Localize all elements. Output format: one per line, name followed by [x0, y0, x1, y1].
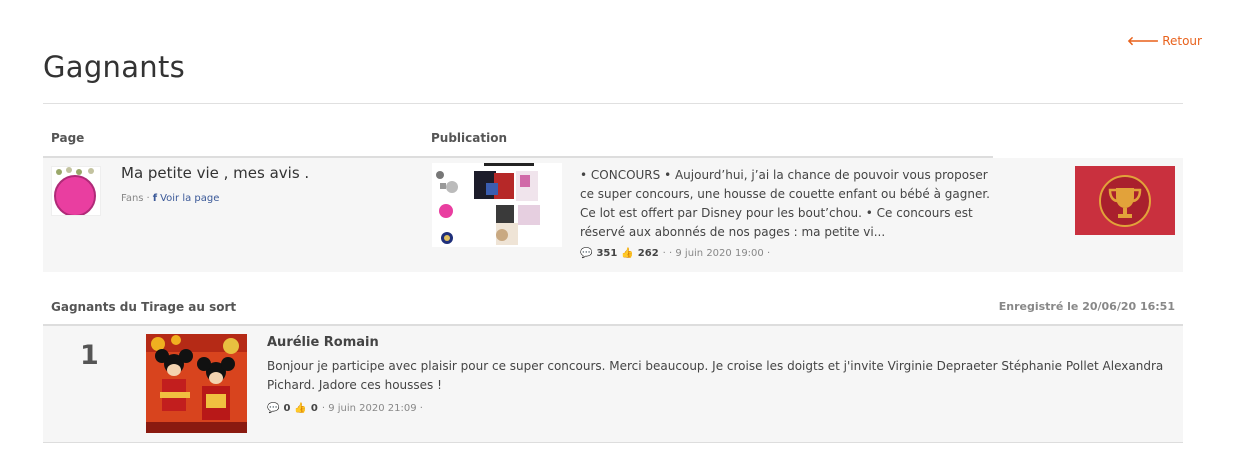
winner-rank: 1 [80, 340, 99, 371]
page-meta: Fans · f Voir la page [121, 193, 219, 204]
comment-count: 351 [596, 248, 618, 259]
winner-stats: 💬 0 👍 0 · 9 juin 2020 21:09 · [267, 403, 423, 414]
page-avatar[interactable] [51, 166, 101, 216]
winners-section-title: Gagnants du Tirage au sort [51, 300, 237, 314]
publication-stats: 💬 351 👍 262 · · 9 juin 2020 19:00 · [580, 248, 770, 259]
column-header-page: Page [51, 131, 85, 145]
winner-comment-date: · 9 juin 2020 21:09 · [321, 403, 423, 414]
view-page-link[interactable]: Voir la page [160, 193, 219, 204]
like-count: 262 [637, 248, 659, 259]
back-link[interactable]: 🡐 Retour [1127, 33, 1202, 49]
trophy-icon [1099, 174, 1151, 227]
arrow-left-icon: 🡐 [1127, 34, 1160, 48]
publication-image [432, 163, 562, 247]
trophy-badge [1075, 166, 1175, 235]
winner-photo [146, 334, 247, 433]
winner-comment: Bonjour je participe avec plaisir pour c… [267, 359, 1164, 392]
comment-icon: 💬 [580, 248, 593, 259]
recorded-date: Enregistré le 20/06/20 16:51 [998, 300, 1175, 313]
back-label: Retour [1162, 33, 1202, 48]
thumbs-up-icon: 👍 [294, 403, 307, 414]
column-header-publication: Publication [431, 131, 508, 145]
winner-name[interactable]: Aurélie Romain [267, 335, 379, 350]
comment-icon: 💬 [267, 403, 280, 414]
page-title: Gagnants [43, 50, 186, 84]
winner-avatar[interactable] [146, 334, 247, 433]
fans-label: Fans [121, 193, 144, 204]
publication-thumbnail[interactable] [432, 163, 562, 247]
thumbs-up-icon: 👍 [621, 248, 634, 259]
page-name[interactable]: Ma petite vie , mes avis . [121, 164, 309, 182]
divider [43, 442, 1183, 443]
publication-date: · · 9 juin 2020 19:00 · [662, 248, 771, 259]
divider [43, 103, 1183, 104]
comment-count: 0 [283, 403, 291, 414]
facebook-icon: f [152, 193, 158, 204]
like-count: 0 [310, 403, 318, 414]
separator: · [146, 193, 150, 204]
publication-text: • CONCOURS • Aujourd’hui, j’ai la chance… [580, 168, 990, 239]
